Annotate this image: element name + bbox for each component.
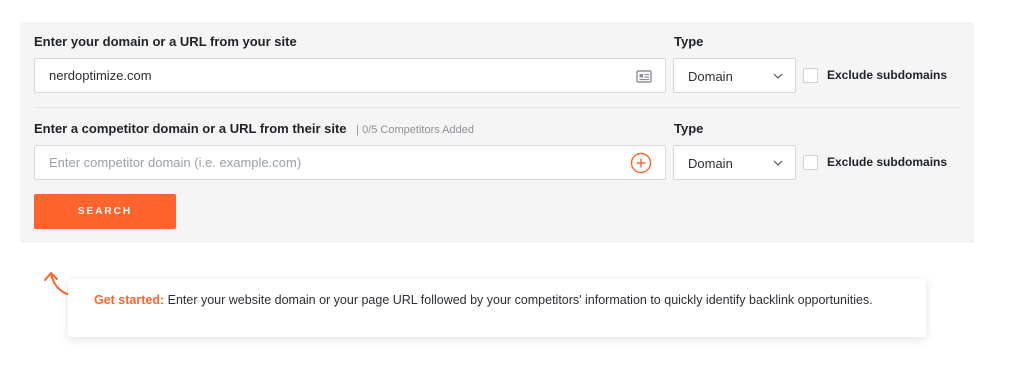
tip-highlight: Get started: <box>94 293 165 307</box>
address-card-icon[interactable] <box>635 67 653 85</box>
competitor-exclude-subdomains-checkbox[interactable] <box>803 155 818 170</box>
tip-text: Get started: Enter your website domain o… <box>94 291 894 309</box>
domain-label: Enter your domain or a URL from your sit… <box>34 34 297 49</box>
competitor-counter: | 0/5 Competitors Added <box>356 124 474 136</box>
section-divider <box>34 107 960 108</box>
domain-input[interactable]: nerdoptimize.com <box>34 58 666 93</box>
competitor-label-text: Enter a competitor domain or a URL from … <box>34 121 347 136</box>
type-label: Type <box>674 34 704 49</box>
competitor-input[interactable]: Enter competitor domain (i.e. example.co… <box>34 145 666 180</box>
competitor-exclude-subdomains-label: Exclude subdomains <box>827 155 948 169</box>
exclude-subdomains-label: Exclude subdomains <box>827 68 948 82</box>
domain-type-value: Domain <box>688 69 733 84</box>
domain-input-value: nerdoptimize.com <box>49 68 152 83</box>
competitor-type-label: Type <box>674 121 704 136</box>
chevron-down-icon <box>773 73 783 79</box>
competitor-label: Enter a competitor domain or a URL from … <box>34 121 474 136</box>
domain-type-select[interactable]: Domain <box>673 58 796 93</box>
get-started-tip: Get started: Enter your website domain o… <box>68 279 926 337</box>
exclude-subdomains-checkbox[interactable] <box>803 68 818 83</box>
search-button[interactable]: SEARCH <box>34 194 176 229</box>
plus-circle-icon[interactable] <box>630 152 652 174</box>
competitor-input-placeholder: Enter competitor domain (i.e. example.co… <box>49 155 302 170</box>
tip-body: Enter your website domain or your page U… <box>164 293 873 307</box>
competitor-type-select[interactable]: Domain <box>673 145 796 180</box>
chevron-down-icon <box>773 160 783 166</box>
competitor-type-value: Domain <box>688 156 733 171</box>
